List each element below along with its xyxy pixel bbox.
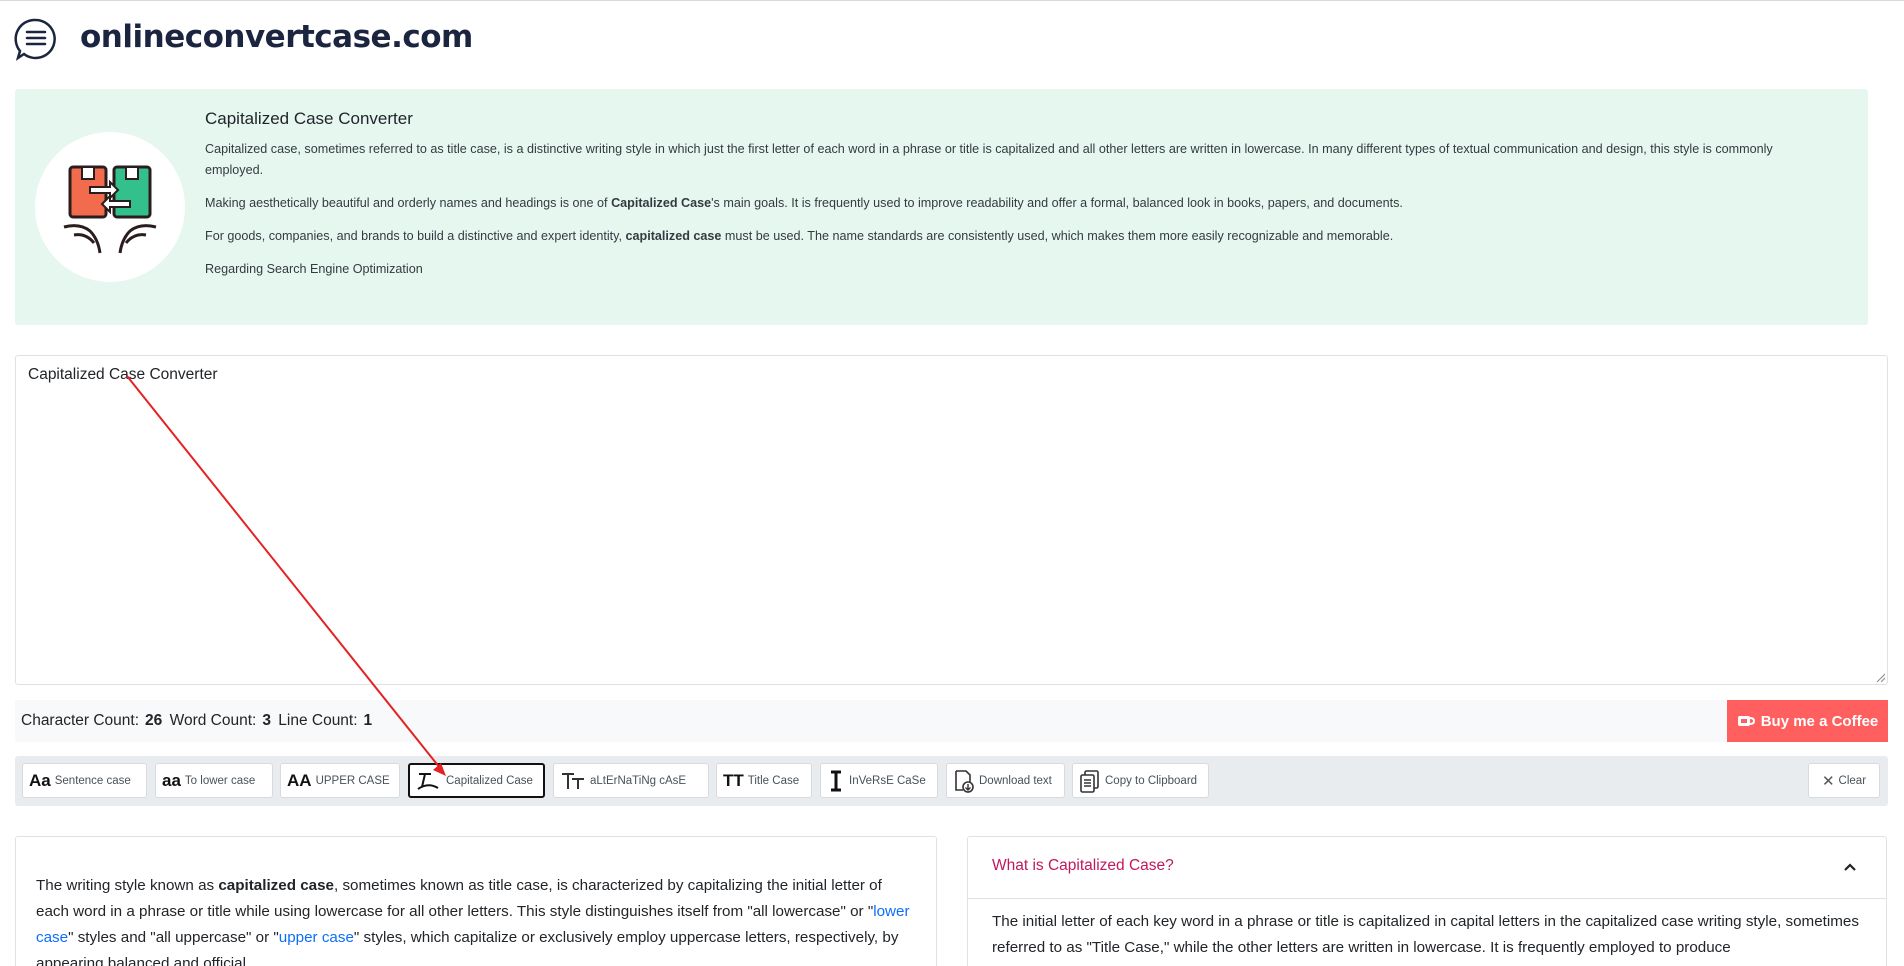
box-exchange-icon — [35, 132, 185, 282]
buy-coffee-label: Buy me a Coffee — [1760, 712, 1879, 730]
info-paragraph: For goods, companies, and brands to buil… — [205, 229, 1394, 243]
title-case-button[interactable]: TT Title Case — [716, 763, 812, 798]
lower-case-button[interactable]: aa To lower case — [155, 763, 273, 798]
capitalized-case-icon — [416, 770, 442, 792]
text-editor — [15, 355, 1888, 685]
info-panel: Capitalized Case Converter Capitalized c… — [15, 89, 1868, 325]
top-bar: onlineconvertcase.com — [0, 0, 1904, 80]
title-case-icon: TT — [723, 770, 744, 790]
line-count-label: Line Count: — [278, 712, 358, 729]
word-count-value: 3 — [262, 712, 271, 729]
sentence-case-icon: Aa — [29, 770, 51, 790]
info-paragraph: Making aesthetically beautiful and order… — [205, 196, 1403, 210]
chevron-up-icon — [1844, 863, 1856, 871]
description-text: The writing style known as capitalized c… — [36, 877, 910, 966]
faq-accordion: What is Capitalized Case? The initial le… — [967, 836, 1887, 966]
info-title: Capitalized Case Converter — [205, 109, 413, 128]
description-card: The writing style known as capitalized c… — [15, 836, 937, 966]
upper-case-icon: AA — [287, 770, 312, 790]
site-brand[interactable]: onlineconvertcase.com — [80, 19, 473, 55]
copy-document-icon — [1079, 769, 1101, 793]
menu-chat-icon[interactable] — [14, 17, 58, 61]
count-bar: Character Count: 26 Word Count: 3 Line Cou… — [15, 700, 1888, 742]
word-count-label: Word Count: — [169, 712, 257, 729]
lower-case-icon: aa — [162, 770, 181, 790]
faq-answer: The initial letter of each key word in a… — [992, 913, 1859, 956]
info-text: Capitalized Case Converter Capitalized c… — [205, 109, 1815, 292]
faq-question: What is Capitalized Case? — [992, 857, 1174, 874]
download-file-icon — [953, 769, 975, 793]
faq-question-toggle[interactable]: What is Capitalized Case? — [968, 837, 1886, 899]
char-count-label: Character Count: — [21, 712, 140, 729]
coffee-cup-icon — [1737, 716, 1755, 726]
text-input[interactable] — [16, 356, 1887, 684]
alternating-case-icon — [560, 770, 586, 792]
close-icon: ✕ — [1821, 772, 1835, 790]
sentence-case-button[interactable]: Aa Sentence case — [22, 763, 147, 798]
inverse-case-button[interactable]: InVeRsE CaSe — [820, 763, 938, 798]
info-paragraph: Regarding Search Engine Optimization — [205, 262, 423, 276]
text-counts: Character Count: 26 Word Count: 3 Line Cou… — [21, 712, 375, 730]
download-text-button[interactable]: Download text — [946, 763, 1065, 798]
char-count-value: 26 — [145, 712, 163, 729]
text-cursor-icon — [827, 770, 845, 792]
case-toolbar: Aa Sentence case aa To lower case AA UPP… — [15, 756, 1888, 806]
upper-case-button[interactable]: AA UPPER CASE — [280, 763, 400, 798]
clear-button[interactable]: ✕ Clear — [1808, 763, 1880, 798]
info-paragraph: Capitalized case, sometimes referred to … — [205, 142, 1773, 177]
alternating-case-button[interactable]: aLtErNaTiNg cAsE — [553, 763, 709, 798]
line-count-value: 1 — [363, 712, 373, 729]
copy-clipboard-button[interactable]: Copy to Clipboard — [1072, 763, 1209, 798]
capitalized-case-button[interactable]: Capitalized Case — [408, 763, 545, 798]
resize-grip-icon[interactable] — [1875, 672, 1885, 682]
upper-case-link[interactable]: upper case — [279, 929, 354, 946]
buy-coffee-button[interactable]: Buy me a Coffee — [1727, 700, 1888, 742]
